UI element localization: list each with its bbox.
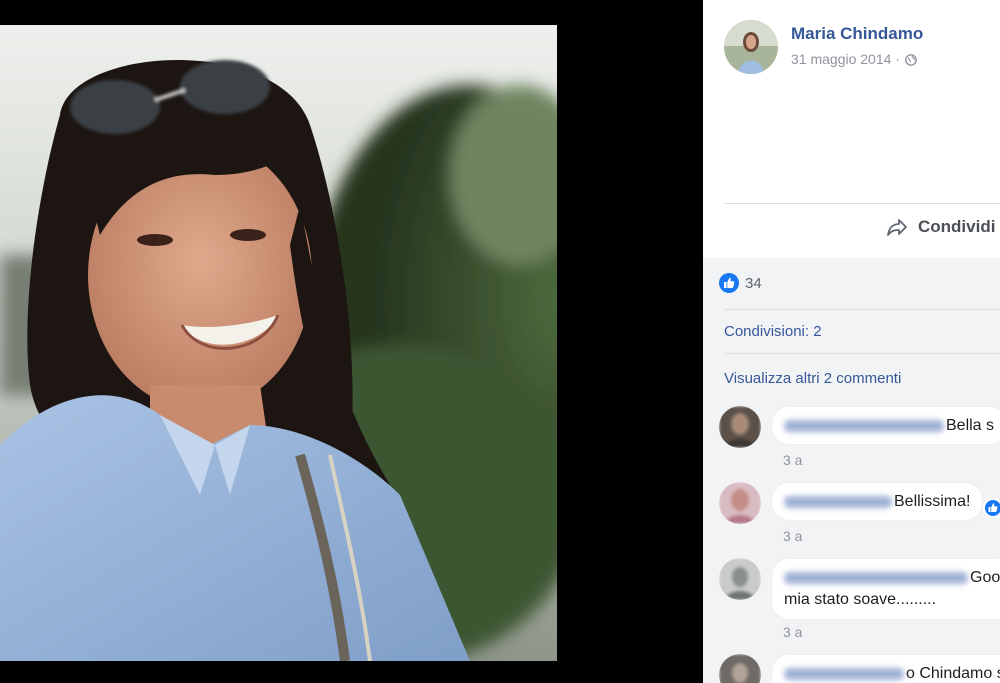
post-header: Maria Chindamo 31 maggio 2014 · xyxy=(724,20,923,74)
like-icon xyxy=(719,273,739,293)
share-label: Condividi xyxy=(918,217,996,236)
avatar[interactable] xyxy=(719,406,761,448)
comment-time[interactable]: 3 a xyxy=(783,528,802,544)
post-photo[interactable] xyxy=(0,25,557,661)
avatar[interactable] xyxy=(719,654,761,683)
portrait-image xyxy=(0,25,557,661)
comment-time[interactable]: 3 a xyxy=(783,452,802,468)
post-side-panel: Maria Chindamo 31 maggio 2014 · Condivid… xyxy=(703,0,1000,683)
shares-count-link[interactable]: Condivisioni: 2 xyxy=(724,323,822,340)
author-avatar[interactable] xyxy=(724,20,778,74)
comment-text: Bellissima! xyxy=(894,493,971,510)
photo-viewer xyxy=(0,0,703,683)
author-name[interactable]: Maria Chindamo xyxy=(791,24,923,44)
comment-author[interactable] xyxy=(784,419,944,432)
view-more-comments-link[interactable]: Visualizza altri 2 commenti xyxy=(724,370,901,387)
comment-author[interactable] xyxy=(784,495,892,508)
comment-text-continued: mia stato soave......... xyxy=(784,591,937,608)
like-icon[interactable] xyxy=(983,498,1000,518)
comment-bubble: Bellissima! xyxy=(771,482,984,521)
share-arrow-icon xyxy=(886,216,908,238)
post-date[interactable]: 31 maggio 2014 · xyxy=(791,51,900,67)
comment-bubble: Bella s xyxy=(771,406,1000,445)
comment-author[interactable] xyxy=(784,667,904,680)
divider xyxy=(724,309,1000,310)
comment-time[interactable]: 3 a xyxy=(783,624,802,640)
comment-author[interactable] xyxy=(784,571,968,584)
reactions-summary[interactable]: 34 xyxy=(719,273,762,293)
globe-icon xyxy=(905,53,917,66)
comment-bubble: Goo mia stato soave......... xyxy=(771,558,1000,620)
share-button[interactable]: Condividi xyxy=(886,216,995,238)
divider xyxy=(724,353,1000,354)
comment-text: Goo xyxy=(970,569,1000,586)
avatar[interactable] xyxy=(719,558,761,600)
like-count: 34 xyxy=(745,274,762,292)
divider xyxy=(724,203,1000,204)
comment-bubble: o Chindamo s xyxy=(771,654,1000,683)
avatar[interactable] xyxy=(719,482,761,524)
comment-text: Bella s xyxy=(946,417,995,434)
comment-text: o Chindamo s xyxy=(906,665,1000,682)
